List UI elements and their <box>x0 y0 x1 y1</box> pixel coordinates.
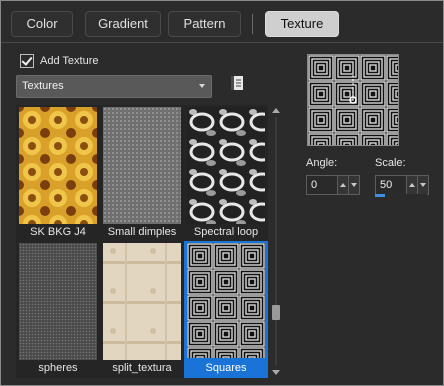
scale-value[interactable]: 50 <box>380 179 392 191</box>
texture-item[interactable]: Small dimples <box>101 106 183 242</box>
scale-label: Scale: <box>375 157 406 169</box>
texture-name: Squares <box>205 362 247 374</box>
tab-divider <box>252 14 253 34</box>
angle-increment-button[interactable] <box>337 176 348 194</box>
texture-item[interactable]: split_textura <box>101 242 183 378</box>
scale-increment-button[interactable] <box>406 176 417 194</box>
add-texture-label: Add Texture <box>40 55 99 67</box>
texture-thumbnail <box>103 107 181 224</box>
texture-grid-scrollbar[interactable] <box>269 105 284 378</box>
tab-divider-line <box>1 42 443 43</box>
texture-library-button[interactable] <box>229 75 245 91</box>
angle-value[interactable]: 0 <box>311 179 317 191</box>
texture-name: spheres <box>38 362 78 374</box>
texture-category-value: Textures <box>22 80 64 92</box>
book-icon <box>231 76 243 90</box>
texture-item-selected[interactable]: Squares <box>184 241 268 378</box>
texture-panel: Color Gradient Pattern Texture Add Textu… <box>0 0 444 386</box>
scale-decrement-button[interactable] <box>417 176 428 194</box>
texture-item[interactable]: Spectral loop <box>185 106 267 242</box>
texture-name: Spectral loop <box>193 226 259 238</box>
texture-thumbnail <box>187 107 265 224</box>
texture-category-select[interactable]: Textures <box>16 75 212 98</box>
texture-preview <box>307 54 399 146</box>
texture-thumbnail <box>187 243 265 358</box>
tab-bar: Color Gradient Pattern Texture <box>1 1 443 43</box>
chevron-down-icon <box>199 84 205 88</box>
scroll-up-icon[interactable] <box>272 108 280 113</box>
texture-name: split_textura <box>112 362 172 374</box>
texture-item[interactable]: SK BKG J4 <box>17 106 99 242</box>
tab-gradient[interactable]: Gradient <box>85 11 161 37</box>
scroll-down-icon[interactable] <box>272 370 280 375</box>
tab-texture[interactable]: Texture <box>265 11 339 37</box>
scroll-track[interactable] <box>275 117 277 366</box>
texture-name: Small dimples <box>107 226 177 238</box>
scale-spinbox[interactable]: 50 <box>375 175 429 195</box>
scale-level-bar[interactable] <box>375 194 427 197</box>
add-texture-checkbox[interactable] <box>20 54 34 68</box>
tab-color[interactable]: Color <box>11 11 73 37</box>
scroll-thumb[interactable] <box>272 305 280 320</box>
texture-item[interactable]: spheres <box>17 242 99 378</box>
texture-thumbnail <box>19 243 97 360</box>
texture-name: SK BKG J4 <box>30 226 86 238</box>
texture-thumbnail <box>103 243 181 360</box>
texture-thumbnail <box>19 107 97 224</box>
angle-decrement-button[interactable] <box>348 176 359 194</box>
angle-label: Angle: <box>306 157 338 169</box>
tab-pattern[interactable]: Pattern <box>168 11 241 37</box>
scale-level-fill <box>375 194 386 197</box>
texture-grid: SK BKG J4 Small dimples Spectral loop sp… <box>16 105 268 378</box>
angle-spinbox[interactable]: 0 <box>306 175 360 195</box>
